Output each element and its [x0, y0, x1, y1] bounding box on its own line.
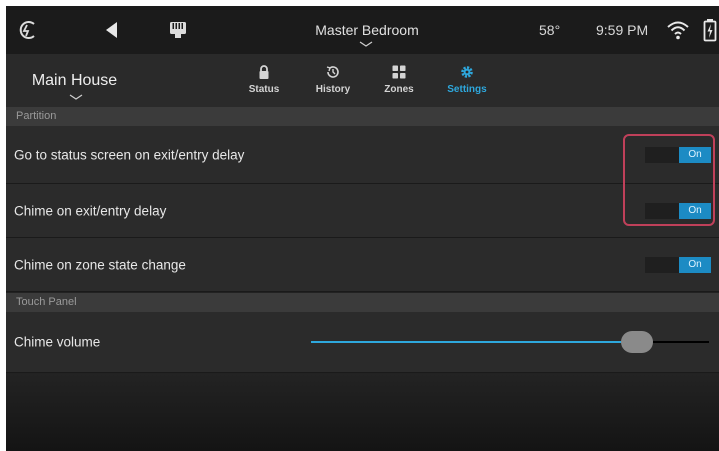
tab-settings[interactable]: Settings [437, 62, 497, 102]
slider-fill [311, 341, 638, 343]
toggle-state: On [679, 146, 711, 163]
empty-area [6, 374, 719, 451]
setting-label: Chime on zone state change [14, 257, 186, 272]
keypad-icon[interactable] [166, 18, 190, 42]
status-bar: Master Bedroom 58° 9:59 PM [6, 6, 719, 54]
chime-volume-slider[interactable] [311, 331, 709, 353]
wifi-icon [667, 21, 689, 40]
tab-label: Settings [447, 84, 487, 95]
battery-charging-icon [703, 19, 717, 42]
toggle-state: On [679, 202, 711, 219]
gear-icon [461, 66, 473, 78]
house-selector[interactable]: Main House [22, 72, 127, 90]
chime-delay-toggle[interactable]: On [645, 202, 711, 219]
slider-thumb[interactable] [621, 331, 654, 353]
tab-label: Status [248, 84, 280, 95]
chevron-down-icon[interactable] [69, 94, 83, 100]
nav-bar: Main House Status History Zones Settings [6, 54, 719, 107]
touch-panel-screen: Master Bedroom 58° 9:59 PM Main House St… [6, 6, 719, 451]
setting-row-chime-zone-change: Chime on zone state change On [6, 238, 719, 292]
status-screen-toggle[interactable]: On [645, 146, 711, 163]
logo-icon[interactable] [16, 18, 40, 42]
room-selector[interactable]: Master Bedroom [289, 22, 445, 38]
history-icon [326, 66, 339, 78]
tab-label: Zones [384, 84, 414, 95]
temperature-readout: 58° [539, 22, 561, 38]
setting-label: Chime volume [14, 334, 101, 350]
tab-history[interactable]: History [303, 62, 363, 102]
grid-icon [392, 65, 406, 79]
setting-row-chime-delay: Chime on exit/entry delay On [6, 184, 719, 238]
tab-label: History [315, 84, 351, 95]
tab-zones[interactable]: Zones [369, 62, 429, 102]
toggle-state: On [679, 256, 711, 273]
tab-status[interactable]: Status [234, 62, 294, 102]
chime-zone-change-toggle[interactable]: On [645, 256, 711, 273]
section-header-partition: Partition [6, 107, 719, 126]
setting-label: Go to status screen on exit/entry delay [14, 147, 245, 162]
setting-row-status-screen: Go to status screen on exit/entry delay … [6, 126, 719, 184]
back-arrow-icon[interactable] [100, 18, 124, 42]
section-header-touch-panel: Touch Panel [6, 293, 719, 312]
clock: 9:59 PM [596, 22, 649, 38]
lock-icon [259, 65, 269, 79]
setting-row-chime-volume: Chime volume [6, 312, 719, 373]
chevron-down-icon[interactable] [359, 41, 373, 47]
setting-label: Chime on exit/entry delay [14, 203, 167, 218]
